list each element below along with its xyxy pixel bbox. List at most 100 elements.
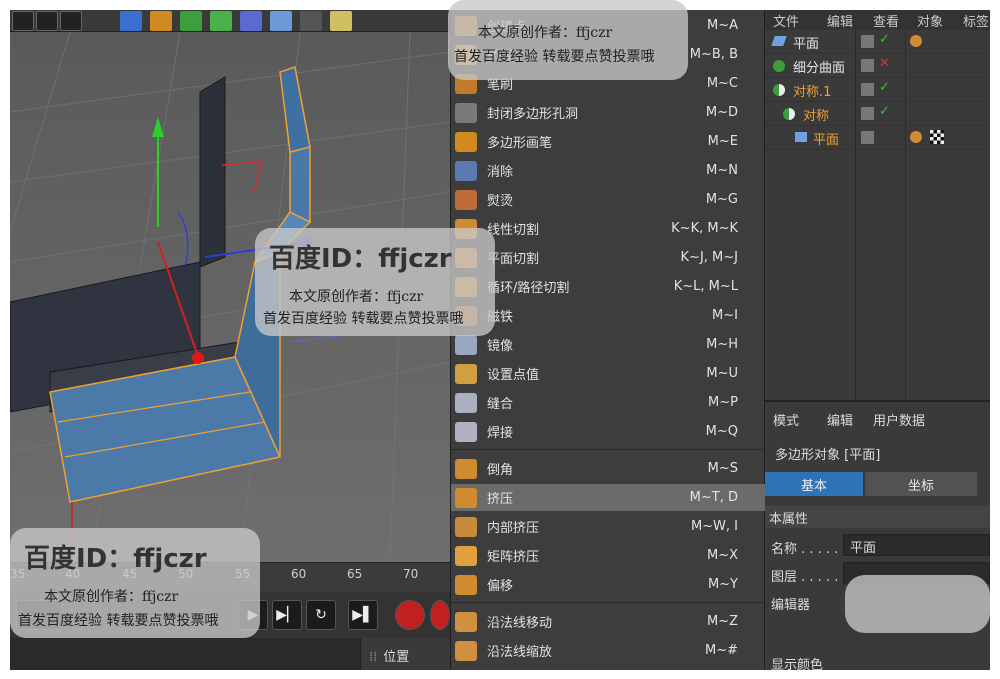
menu-item[interactable]: 倒角 M~S xyxy=(451,455,766,482)
checker-tag-icon[interactable] xyxy=(930,130,944,144)
object-name: 对称 xyxy=(803,109,830,124)
tool-icon xyxy=(455,545,477,566)
timeline-tick: 65 xyxy=(347,567,363,581)
layer-icon xyxy=(861,59,874,72)
menu-item[interactable]: 磁铁 M~I xyxy=(451,302,766,329)
object-row[interactable]: 对称.1 ✓ xyxy=(765,78,990,102)
symmetry-icon xyxy=(773,84,785,96)
material-tag-icon[interactable] xyxy=(910,131,922,143)
object-manager-menubar: 文件 编辑 查看 对象 标签 xyxy=(765,10,990,30)
menu-item-shortcut: K~K, M~K xyxy=(671,221,738,236)
menu-item-shortcut: M~Z xyxy=(706,614,738,629)
tool-icon xyxy=(455,516,477,537)
object-row[interactable]: 对称 ✓ xyxy=(765,102,990,126)
menu-tag[interactable]: 标签 xyxy=(963,11,989,30)
menu-item-label: 熨烫 xyxy=(487,194,514,209)
disabled-icon[interactable]: ✕ xyxy=(879,56,890,71)
menu-item[interactable]: 内部挤压 M~W, I xyxy=(451,513,766,540)
menu-item[interactable]: 焊接 M~Q xyxy=(451,418,766,445)
menu-item[interactable]: 平面切割 K~J, M~J xyxy=(451,244,766,271)
cube-icon[interactable] xyxy=(120,11,142,31)
tab-basic[interactable]: 基本 xyxy=(765,472,863,496)
material-tag-icon[interactable] xyxy=(910,35,922,47)
menu-item[interactable]: 设置点值 M~U xyxy=(451,360,766,387)
menu-item-label: 多边形画笔 xyxy=(487,136,553,151)
menu-item[interactable]: 矩阵挤压 M~X xyxy=(451,542,766,569)
grip-icon: ⁞⁞ xyxy=(369,650,378,665)
menu-item[interactable]: 镜像 M~H xyxy=(451,331,766,358)
menu-item-label: 矩阵挤压 xyxy=(487,550,540,565)
tool-icon xyxy=(455,458,477,479)
pen-icon[interactable] xyxy=(150,11,172,31)
check-icon[interactable]: ✓ xyxy=(879,80,890,95)
autokey-icon[interactable] xyxy=(430,600,450,630)
subdivision-icon[interactable] xyxy=(180,11,202,31)
tab-edit[interactable]: 编辑 xyxy=(827,410,853,429)
watermark: 百度ID：ffjczr 本文原创作者：ffjczr 首发百度经验 转载要点赞投票… xyxy=(255,228,495,336)
object-manager: 文件 编辑 查看 对象 标签 平面 ✓ 细分曲面 ✕ 对称.1 ✓ 对称 ✓ 平… xyxy=(765,10,990,400)
light-icon[interactable] xyxy=(330,11,352,31)
menu-separator xyxy=(451,602,766,603)
menu-item-shortcut: M~H xyxy=(706,337,738,352)
tool-icon xyxy=(455,640,477,661)
menu-item-label: 沿法线缩放 xyxy=(487,645,553,660)
menu-view[interactable]: 查看 xyxy=(873,11,899,30)
menu-item[interactable]: 偏移 M~Y xyxy=(451,571,766,598)
menu-object[interactable]: 对象 xyxy=(917,11,943,30)
menu-item[interactable]: 多边形画笔 M~E xyxy=(451,128,766,155)
watermark-line: 本文原创作者：ffjczr xyxy=(44,589,179,605)
menu-item-shortcut: M~D xyxy=(705,105,738,120)
menu-item-shortcut: M~T, D xyxy=(689,490,738,505)
floor-icon[interactable] xyxy=(270,11,292,31)
menu-item-shortcut: M~S xyxy=(707,461,738,476)
deformer-icon[interactable] xyxy=(240,11,262,31)
bottom-panels: ⁞⁞ 位置 xyxy=(10,638,450,670)
check-icon[interactable]: ✓ xyxy=(879,32,890,47)
menu-file[interactable]: 文件 xyxy=(773,11,799,30)
name-field[interactable]: 平面 xyxy=(843,534,990,556)
menu-item-label: 线性切割 xyxy=(487,223,540,238)
menu-edit[interactable]: 编辑 xyxy=(827,11,853,30)
tab-mode[interactable]: 模式 xyxy=(773,410,799,429)
next-frame-icon[interactable]: ▶▏ xyxy=(272,600,302,630)
loop-icon[interactable]: ↻ xyxy=(306,600,336,630)
menu-item-shortcut: M~Y xyxy=(707,577,738,592)
menu-item[interactable]: 沿法线缩放 M~# xyxy=(451,637,766,664)
menu-separator xyxy=(451,449,766,450)
tool-icon xyxy=(455,487,477,508)
position-panel-title[interactable]: ⁞⁞ 位置 xyxy=(360,638,450,670)
menu-item-label: 偏移 xyxy=(487,579,514,594)
tab-user-data[interactable]: 用户数据 xyxy=(873,410,925,429)
array-icon[interactable] xyxy=(210,11,232,31)
film-icon[interactable] xyxy=(36,11,58,31)
plane-icon xyxy=(771,36,787,46)
object-name: 平面 xyxy=(793,37,820,52)
menu-item-shortcut: M~X xyxy=(706,548,738,563)
tab-coordinates[interactable]: 坐标 xyxy=(865,472,977,496)
menu-item[interactable]: 消除 M~N xyxy=(451,157,766,184)
tool-icon xyxy=(455,574,477,595)
check-icon[interactable]: ✓ xyxy=(879,104,890,119)
menu-item[interactable]: 缝合 M~P xyxy=(451,389,766,416)
film-icon[interactable] xyxy=(12,11,34,31)
film-icon[interactable] xyxy=(60,11,82,31)
menu-item[interactable]: 熨烫 M~G xyxy=(451,186,766,213)
symmetry-icon xyxy=(783,108,795,120)
watermark-line: 本文原创作者：ffjczr xyxy=(478,25,613,41)
camera-icon[interactable] xyxy=(300,11,322,31)
tool-icon xyxy=(455,363,477,384)
go-to-end-icon[interactable]: ▶▌ xyxy=(348,600,378,630)
record-icon[interactable] xyxy=(395,600,425,630)
menu-item[interactable]: 封闭多边形孔洞 M~D xyxy=(451,99,766,126)
menu-item-label: 设置点值 xyxy=(487,368,540,383)
menu-item[interactable]: 循环/路径切割 K~L, M~L xyxy=(451,273,766,300)
object-row[interactable]: 平面 xyxy=(765,126,990,150)
section-header: 本属性 xyxy=(765,506,990,528)
object-row[interactable]: 细分曲面 ✕ xyxy=(765,54,990,78)
menu-item[interactable]: 沿法线移动 M~Z xyxy=(451,608,766,635)
object-row[interactable]: 平面 ✓ xyxy=(765,30,990,54)
display-color-label: 显示颜色 xyxy=(771,658,824,670)
menu-item[interactable]: 挤压 M~T, D xyxy=(451,484,766,511)
object-name: 平面 xyxy=(813,133,840,148)
menu-item[interactable]: 线性切割 K~K, M~K xyxy=(451,215,766,242)
